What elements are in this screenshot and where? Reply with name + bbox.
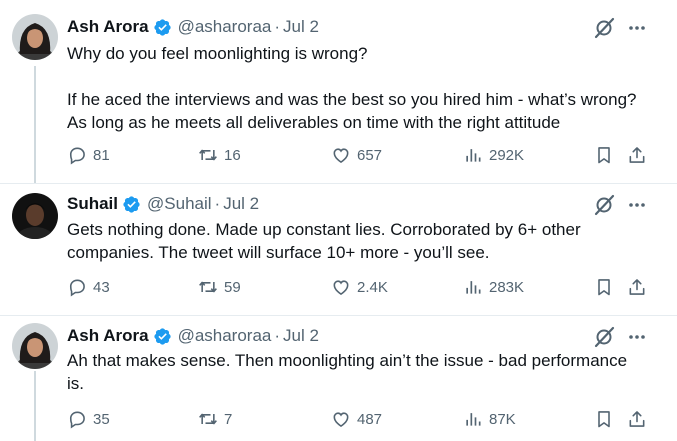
retweet-icon [199, 149, 217, 161]
like-icon [333, 412, 349, 428]
retweet-count: 16 [224, 146, 241, 164]
retweet-button[interactable]: 7 [198, 409, 232, 429]
like-count: 657 [357, 146, 383, 164]
view-count: 292K [489, 146, 525, 164]
bookmark-button[interactable] [594, 145, 614, 165]
thread-line [34, 371, 36, 441]
reply-button[interactable]: 43 [67, 277, 110, 297]
tweet-header: Suhail @Suhail · Jul 2 [67, 193, 259, 215]
tweet-text-line: companies. The tweet will surface 10+ mo… [67, 243, 490, 262]
retweet-count: 7 [224, 410, 233, 428]
tweet[interactable]: Ash Arora @asharoraa · Jul 2 Why do you … [0, 0, 677, 183]
retweet-icon [199, 281, 217, 293]
author-handle[interactable]: @asharoraa [178, 326, 272, 346]
share-button[interactable] [627, 145, 647, 165]
like-button[interactable]: 2.4K [331, 277, 388, 297]
tweet-text-line: Gets nothing done. Made up constant lies… [67, 220, 581, 239]
tweet-actions: 81 16 657 292K [67, 145, 653, 167]
avatar[interactable] [12, 14, 58, 60]
author-handle[interactable]: @asharoraa [178, 17, 272, 37]
tweet-actions: 35 7 487 87K [67, 409, 653, 431]
reply-count: 35 [93, 410, 110, 428]
views-button[interactable]: 283K [463, 277, 524, 297]
tweet-text-blank-line [67, 65, 662, 88]
separator: · [274, 326, 281, 345]
separator: · [274, 17, 281, 36]
avatar[interactable] [12, 323, 58, 369]
views-button[interactable]: 292K [463, 145, 524, 165]
tweet-top-actions [593, 17, 647, 44]
author-handle[interactable]: @Suhail [147, 194, 212, 214]
author-name[interactable]: Ash Arora [67, 326, 149, 346]
like-icon [333, 148, 349, 164]
bookmark-icon [598, 279, 610, 296]
reply-icon [69, 279, 85, 297]
like-count: 2.4K [357, 278, 388, 296]
retweet-button[interactable]: 59 [198, 277, 241, 297]
separator: · [214, 194, 221, 213]
tweet-top-actions [593, 194, 647, 221]
tweet-header: Ash Arora @asharoraa · Jul 2 [67, 325, 319, 347]
like-button[interactable]: 657 [331, 145, 382, 165]
timestamp[interactable]: Jul 2 [223, 194, 259, 214]
tweet-header: Ash Arora @asharoraa · Jul 2 [67, 16, 319, 38]
tweet-text: Gets nothing done. Made up constant lies… [67, 218, 662, 264]
author-name[interactable]: Ash Arora [67, 17, 149, 37]
tweet-text: Ah that makes sense. Then moonlighting a… [67, 349, 662, 395]
reply-icon [69, 147, 85, 165]
thread-line [34, 66, 36, 183]
bookmark-button[interactable] [594, 409, 614, 429]
reply-button[interactable]: 35 [67, 409, 110, 429]
tweet-text-line: Why do you feel moonlighting is wrong? [67, 44, 368, 63]
like-icon [333, 280, 349, 296]
author-name[interactable]: Suhail [67, 194, 118, 214]
tweet-text-line: If he aced the interviews and was the be… [67, 90, 637, 109]
share-button[interactable] [627, 277, 647, 297]
share-icon [629, 147, 645, 163]
tweet-text: Why do you feel moonlighting is wrong? I… [67, 42, 662, 134]
more-icon[interactable] [627, 18, 647, 43]
bookmark-icon [598, 147, 610, 164]
timestamp[interactable]: Jul 2 [283, 17, 319, 37]
reply-button[interactable]: 81 [67, 145, 110, 165]
view-count: 283K [489, 278, 525, 296]
verified-badge-icon [122, 195, 141, 214]
like-button[interactable]: 487 [331, 409, 382, 429]
tweet[interactable]: Suhail @Suhail · Jul 2 Gets nothing done… [0, 183, 677, 315]
reply-count: 43 [93, 278, 110, 296]
views-icon [466, 149, 481, 162]
grok-slash-icon[interactable] [593, 194, 615, 221]
tweet-text-line: is. [67, 374, 84, 393]
share-icon [629, 411, 645, 427]
bookmark-button[interactable] [594, 277, 614, 297]
bookmark-icon [598, 411, 610, 428]
verified-badge-icon [153, 327, 172, 346]
views-button[interactable]: 87K [463, 409, 516, 429]
tweet-text-line: Ah that makes sense. Then moonlighting a… [67, 351, 628, 370]
tweet-actions: 43 59 2.4K 283K [67, 277, 653, 299]
more-icon[interactable] [627, 195, 647, 220]
avatar[interactable] [12, 193, 58, 239]
grok-slash-icon[interactable] [593, 17, 615, 44]
retweet-icon [199, 413, 217, 425]
verified-badge-icon [153, 18, 172, 37]
view-count: 87K [489, 410, 516, 428]
tweet[interactable]: Ash Arora @asharoraa · Jul 2 Ah that mak… [0, 315, 677, 441]
timestamp[interactable]: Jul 2 [283, 326, 319, 346]
reply-icon [69, 411, 85, 429]
share-icon [629, 279, 645, 295]
views-icon [466, 413, 481, 426]
tweet-text-line: As long as he meets all deliverables on … [67, 113, 561, 132]
retweet-count: 59 [224, 278, 241, 296]
share-button[interactable] [627, 409, 647, 429]
reply-count: 81 [93, 146, 110, 164]
like-count: 487 [357, 410, 383, 428]
views-icon [466, 281, 481, 294]
retweet-button[interactable]: 16 [198, 145, 241, 165]
